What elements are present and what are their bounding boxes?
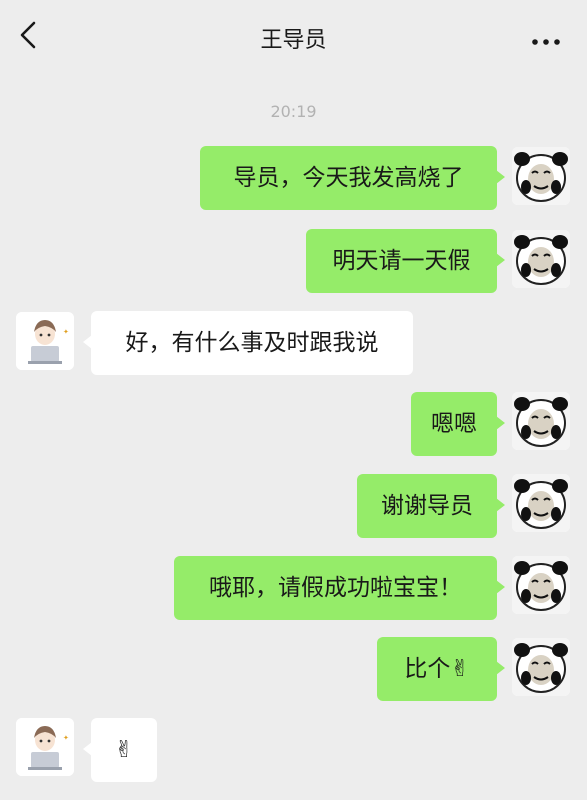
message-text: 谢谢导员 xyxy=(381,492,473,519)
message-text: 比个✌ xyxy=(404,655,470,682)
avatar-them[interactable]: ✦ xyxy=(16,718,74,776)
more-dots-icon[interactable] xyxy=(531,31,561,45)
message-bubble-sent[interactable]: 比个✌ xyxy=(377,637,505,701)
message-bubble-sent[interactable]: 导员，今天我发高烧了 xyxy=(200,146,505,210)
avatar-me[interactable] xyxy=(512,392,570,450)
avatar-me[interactable] xyxy=(512,556,570,614)
chat-title: 王导员 xyxy=(260,28,327,53)
svg-text:✦: ✦ xyxy=(63,328,69,336)
message-bubble-sent[interactable]: 明天请一天假 xyxy=(306,229,505,293)
panda-meme-icon xyxy=(512,474,570,532)
boy-laptop-icon: ✦ xyxy=(16,312,74,370)
panda-meme-icon xyxy=(512,147,570,205)
panda-meme-icon xyxy=(512,392,570,450)
message-bubble-received[interactable]: 好，有什么事及时跟我说 xyxy=(83,311,413,375)
message-text: 好，有什么事及时跟我说 xyxy=(125,329,379,356)
boy-laptop-icon: ✦ xyxy=(16,718,74,776)
svg-text:✦: ✦ xyxy=(63,734,69,742)
avatar-them[interactable]: ✦ xyxy=(16,312,74,370)
panda-meme-icon xyxy=(512,556,570,614)
message-text: 哦耶，请假成功啦宝宝！ xyxy=(209,574,462,601)
message-bubble-received[interactable]: ✌ xyxy=(83,718,157,782)
message-bubble-sent[interactable]: 哦耶，请假成功啦宝宝！ xyxy=(174,556,505,620)
avatar-me[interactable] xyxy=(512,638,570,696)
message-text: ✌ xyxy=(114,736,134,763)
message-bubble-sent[interactable]: 谢谢导员 xyxy=(357,474,505,538)
message-text: 嗯嗯 xyxy=(431,410,477,437)
avatar-me[interactable] xyxy=(512,474,570,532)
avatar-me[interactable] xyxy=(512,230,570,288)
panda-meme-icon xyxy=(512,638,570,696)
avatar-me[interactable] xyxy=(512,147,570,205)
panda-meme-icon xyxy=(512,230,570,288)
chat-header: 王导员 xyxy=(0,0,587,76)
message-bubble-sent[interactable]: 嗯嗯 xyxy=(411,392,505,456)
message-timestamp: 20:19 xyxy=(270,102,317,121)
message-text: 明天请一天假 xyxy=(332,247,471,274)
message-text: 导员，今天我发高烧了 xyxy=(233,164,464,191)
